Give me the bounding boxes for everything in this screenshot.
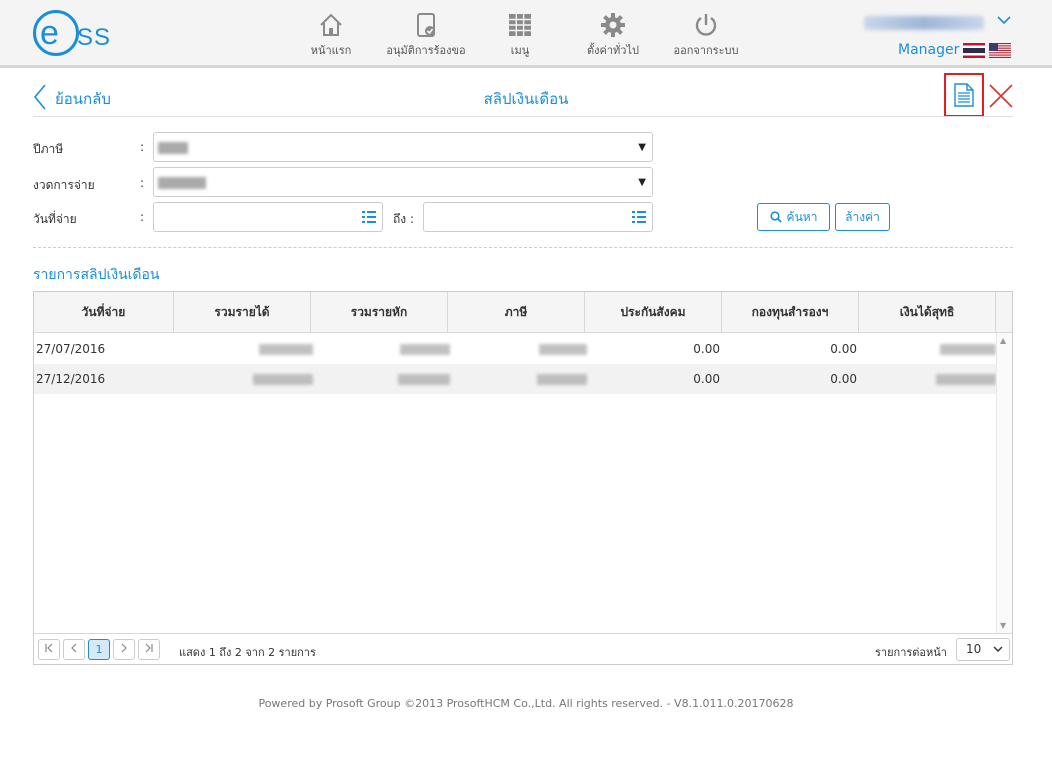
document-icon	[954, 83, 974, 107]
pay-date-from-input[interactable]	[153, 202, 383, 232]
page-size-value: 10	[966, 642, 982, 656]
nav-home-label: หน้าแรก	[310, 44, 352, 57]
pay-period-select[interactable]: ▼	[153, 167, 653, 197]
scroll-down-icon[interactable]: ▼	[1000, 621, 1006, 630]
pager-info: แสดง 1 ถึง 2 จาก 2 รายการ	[179, 646, 316, 659]
nav-logout-label: ออกจากระบบ	[673, 44, 739, 57]
clear-button-label: ล้างค่า	[845, 210, 880, 224]
search-button-label: ค้นหา	[786, 210, 818, 224]
first-page-button[interactable]	[38, 639, 60, 660]
pay-date-to-label: ถึง :	[393, 212, 414, 226]
cell-total-income-redacted	[259, 344, 313, 355]
last-page-button[interactable]	[138, 639, 160, 660]
pay-period-colon: :	[140, 176, 145, 190]
tax-year-value-redacted	[158, 142, 188, 154]
grid-menu-icon	[509, 14, 531, 36]
approve-document-icon	[417, 13, 435, 37]
cell-social-security: 0.00	[693, 372, 720, 386]
cell-tax-redacted	[539, 344, 587, 355]
vertical-scrollbar[interactable]: ▲ ▼	[996, 333, 1012, 633]
pay-period-value-redacted	[158, 177, 206, 189]
close-icon[interactable]	[988, 83, 1014, 109]
dropdown-arrow-icon: ▼	[638, 177, 646, 188]
user-role: Manager	[898, 42, 960, 58]
cell-pay-date: 27/12/2016	[36, 372, 106, 386]
column-header-tax[interactable]: ภาษี	[448, 292, 585, 333]
cell-tax-redacted	[537, 374, 587, 385]
scroll-up-icon[interactable]: ▲	[1000, 336, 1006, 345]
cell-net-income-redacted	[940, 344, 996, 355]
clear-button[interactable]: ล้างค่า	[835, 203, 890, 231]
logo-letter: e	[40, 14, 59, 52]
cell-total-deduction-redacted	[400, 344, 450, 355]
cell-social-security: 0.00	[693, 342, 720, 356]
calendar-list-icon	[362, 211, 376, 223]
pay-date-to-input[interactable]	[423, 202, 653, 232]
nav-logout[interactable]: ออกจากระบบ	[673, 12, 739, 59]
column-header-net-income[interactable]: เงินได้สุทธิ	[859, 292, 996, 333]
section-divider	[33, 247, 1013, 248]
pay-date-colon: :	[140, 210, 145, 224]
tax-year-colon: :	[140, 140, 145, 154]
payslip-table: วันที่จ่าย รวมรายได้ รวมรายหัก ภาษี ประก…	[33, 291, 1013, 665]
page-size-select[interactable]: 10	[956, 638, 1010, 661]
page-size-label: รายการต่อหน้า	[875, 646, 947, 659]
nav-approve[interactable]: อนุมัติการร้องขอ	[385, 12, 467, 59]
column-header-total-deduction[interactable]: รวมรายหัก	[311, 292, 448, 333]
cell-pay-date: 27/07/2016	[36, 342, 106, 356]
home-icon	[320, 13, 342, 36]
nav-settings[interactable]: ตั้งค่าทั่วไป	[583, 12, 643, 59]
column-header-social-security[interactable]: ประกันสังคม	[585, 292, 722, 333]
chevron-right-icon	[121, 643, 127, 653]
gear-icon	[601, 13, 625, 37]
column-header-total-income[interactable]: รวมรายได้	[174, 292, 311, 333]
us-flag-icon[interactable]	[989, 43, 1011, 58]
cell-provident-fund: 0.00	[830, 342, 857, 356]
table-row[interactable]: 27/12/2016 0.00 0.00	[34, 364, 996, 394]
thai-flag-icon[interactable]	[963, 43, 985, 58]
dropdown-arrow-icon: ▼	[638, 142, 646, 153]
table-header: วันที่จ่าย รวมรายได้ รวมรายหัก ภาษี ประก…	[34, 292, 1012, 333]
header-divider	[33, 116, 1013, 117]
chevron-left-icon	[71, 643, 77, 653]
search-button[interactable]: ค้นหา	[757, 203, 830, 231]
cell-total-deduction-redacted	[398, 374, 450, 385]
table-row[interactable]: 27/07/2016 0.00 0.00	[34, 334, 996, 364]
top-bar: e SS หน้าแรก อนุมัติการร้องขอ เมนู ตั้งค…	[0, 0, 1052, 68]
tax-year-select[interactable]: ▼	[153, 132, 653, 162]
pay-period-label: งวดการจ่าย	[33, 178, 95, 192]
page-title: สลิปเงินเดือน	[483, 90, 569, 108]
tax-year-label: ปีภาษี	[33, 142, 64, 156]
calendar-list-icon	[632, 211, 646, 223]
pay-date-label: วันที่จ่าย	[33, 212, 77, 226]
last-page-icon	[145, 643, 153, 653]
cell-total-income-redacted	[253, 374, 313, 385]
nav-settings-label: ตั้งค่าทั่วไป	[587, 44, 639, 57]
first-page-icon	[45, 643, 53, 653]
user-name-redacted	[864, 16, 984, 30]
nav-menu[interactable]: เมนู	[505, 12, 535, 59]
cell-net-income-redacted	[936, 374, 996, 385]
power-icon	[695, 14, 717, 36]
footer-copyright: Powered by Prosoft Group ©2013 ProsoftHC…	[258, 697, 794, 710]
page-number-button[interactable]: 1	[88, 639, 110, 660]
nav-home[interactable]: หน้าแรก	[305, 12, 357, 59]
prev-page-button[interactable]	[63, 639, 85, 660]
nav-approve-label: อนุมัติการร้องขอ	[386, 44, 466, 57]
logo-text: SS	[77, 24, 112, 51]
table-pager: 1 แสดง 1 ถึง 2 จาก 2 รายการ รายการต่อหน้…	[34, 633, 1012, 664]
ess-logo[interactable]: e SS	[33, 10, 113, 58]
chevron-down-icon	[993, 646, 1003, 652]
nav-menu-label: เมนู	[510, 44, 530, 57]
chevron-down-icon	[997, 16, 1011, 25]
section-title: รายการสลิปเงินเดือน	[33, 267, 160, 283]
document-report-button[interactable]	[944, 73, 984, 117]
user-menu[interactable]	[862, 14, 1012, 32]
column-header-provident-fund[interactable]: กองทุนสำรองฯ	[722, 292, 859, 333]
cell-provident-fund: 0.00	[830, 372, 857, 386]
next-page-button[interactable]	[113, 639, 135, 660]
search-icon	[769, 211, 782, 223]
column-header-pay-date[interactable]: วันที่จ่าย	[34, 292, 174, 333]
